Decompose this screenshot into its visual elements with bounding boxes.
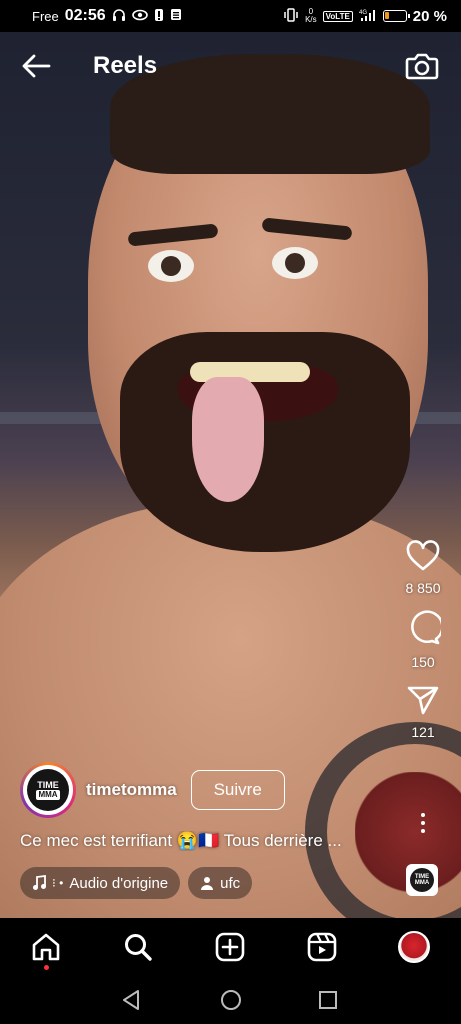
home-icon [32, 933, 60, 961]
notes-icon [170, 8, 182, 24]
reel-actions: 8 850 150 121 [395, 540, 451, 754]
share-count: 121 [411, 724, 435, 740]
square-recents-icon [319, 991, 337, 1009]
audio-thumbnail-logo: TIME MMA [410, 868, 434, 892]
battery-level [384, 12, 389, 19]
author-username[interactable]: timetomma [86, 780, 177, 800]
like-button[interactable]: 8 850 [395, 540, 451, 596]
reel-chips: ⁝ • Audio d'origine ufc [20, 867, 253, 899]
nav-reels[interactable] [305, 930, 339, 964]
nav-create[interactable] [213, 930, 247, 964]
battery-icon [382, 10, 410, 22]
vibrate-icon [283, 7, 299, 25]
paper-plane-icon [407, 686, 439, 715]
video-left-eye [148, 250, 194, 282]
heart-icon [406, 540, 440, 571]
clock: 02:56 [64, 7, 106, 24]
video-right-eye [272, 247, 318, 279]
signal-icon: 4G [359, 8, 377, 25]
tag-chip-label: ufc [220, 874, 241, 892]
system-home-button[interactable] [219, 988, 243, 1012]
back-button[interactable] [20, 52, 52, 80]
camera-icon [405, 53, 439, 80]
follow-button[interactable]: Suivre [190, 770, 285, 810]
tag-chip[interactable]: ufc [188, 867, 253, 899]
share-button[interactable]: 121 [395, 684, 451, 740]
reels-header: Reels [0, 44, 461, 88]
circle-home-icon [221, 990, 241, 1010]
audio-thumbnail[interactable]: TIME MMA [406, 864, 438, 896]
author-avatar[interactable]: TIME MMA [20, 762, 76, 818]
profile-avatar [398, 931, 430, 963]
system-navigation [0, 978, 461, 1024]
plus-square-icon [215, 932, 245, 962]
battery-percent: 20 % [412, 7, 447, 25]
comment-icon [411, 610, 441, 645]
system-recents-button[interactable] [316, 988, 340, 1012]
comment-count: 150 [411, 654, 435, 670]
status-bar: Free 02:56 0 K/s VoLTE 4G 20 % [0, 0, 461, 32]
volte-badge: VoLTE [322, 10, 353, 22]
carrier-name: Free [32, 8, 59, 24]
svg-text:4G: 4G [359, 10, 367, 16]
audio-chip-label: Audio d'origine [69, 874, 169, 892]
comment-button[interactable]: 150 [395, 610, 451, 670]
nav-home[interactable] [29, 930, 63, 964]
search-icon [125, 934, 152, 961]
reels-icon [307, 932, 337, 962]
author-row: TIME MMA timetomma Suivre [20, 762, 285, 818]
more-options-button[interactable] [410, 810, 436, 836]
author-avatar-logo: TIME MMA [27, 769, 69, 811]
eye-icon [131, 9, 148, 24]
system-back-button[interactable] [119, 988, 143, 1012]
alert-icon [154, 8, 164, 25]
camera-button[interactable] [405, 50, 439, 82]
bottom-navigation [0, 918, 461, 978]
audio-chip-separator: ⁝ • [52, 876, 64, 890]
arrow-left-icon [22, 54, 51, 78]
like-count: 8 850 [405, 580, 441, 596]
audio-chip[interactable]: ⁝ • Audio d'origine [20, 867, 181, 899]
more-dots-icon [421, 813, 425, 817]
nav-profile[interactable] [397, 930, 431, 964]
video-tongue [192, 377, 264, 502]
reel-caption[interactable]: Ce mec est terrifiant 😭🇫🇷 Tous derrière … [20, 831, 390, 851]
network-speed: 0 K/s [305, 7, 317, 24]
music-note-icon [33, 875, 46, 890]
nav-search[interactable] [121, 930, 155, 964]
person-icon [201, 877, 214, 890]
home-notification-dot [44, 965, 49, 970]
headphones-icon [112, 8, 126, 25]
page-title: Reels [93, 52, 158, 79]
triangle-back-icon [123, 990, 139, 1010]
